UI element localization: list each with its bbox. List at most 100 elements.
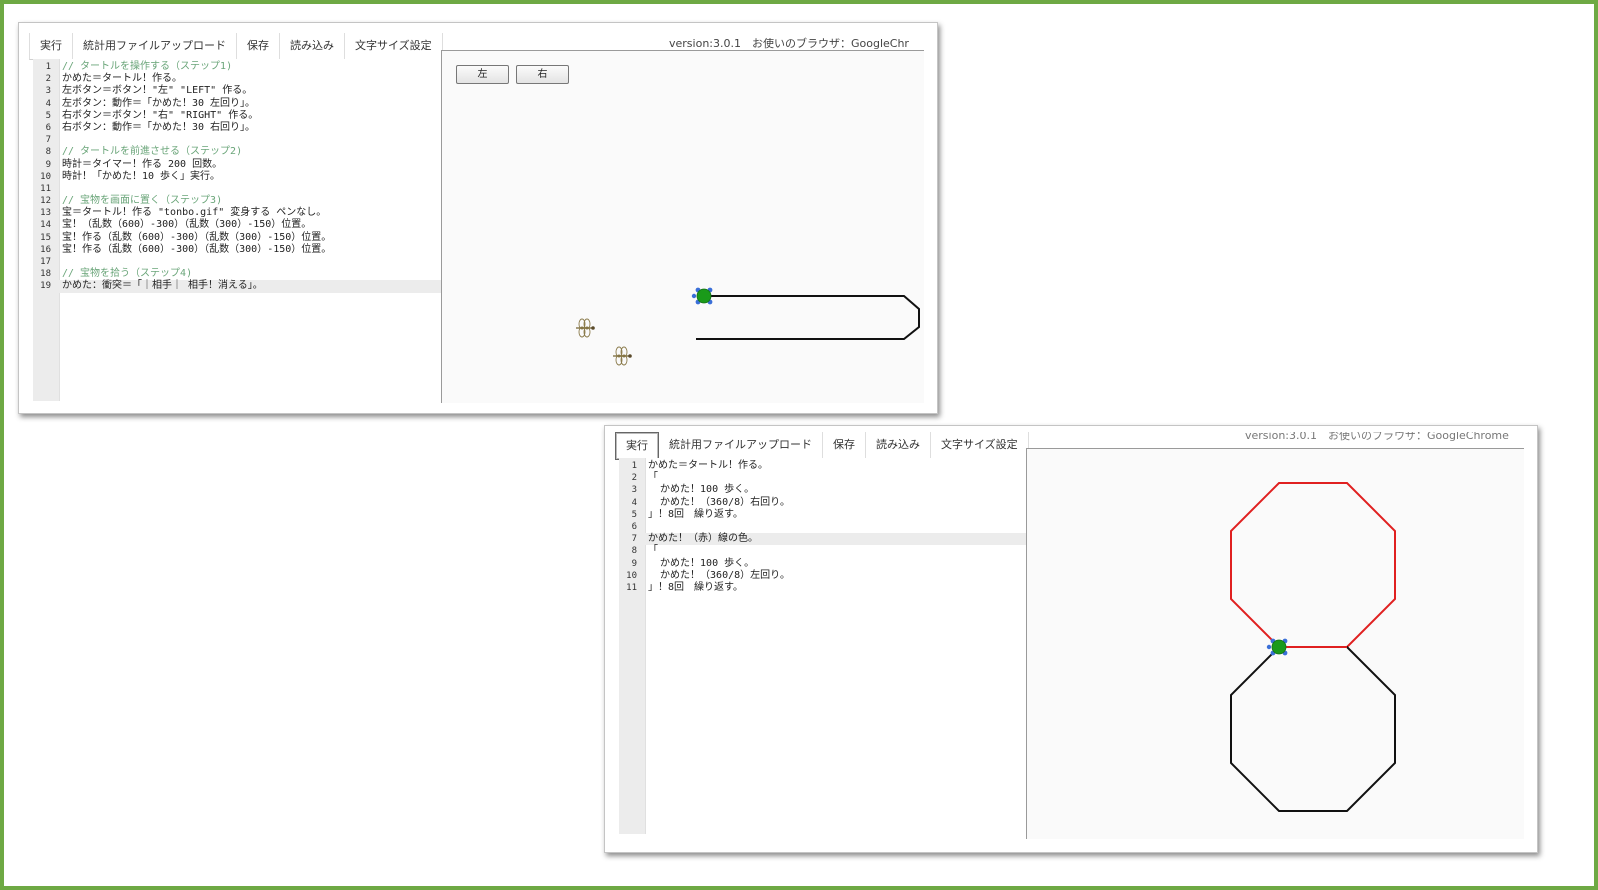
code-text: かめた：衝突＝「｜相手｜ 相手！消える」。 <box>62 280 263 292</box>
turtle-editor-window-2: 実行 統計用ファイルアップロード 保存 読み込み 文字サイズ設定 version… <box>604 425 1538 853</box>
code-line[interactable]: 6 <box>619 521 1027 533</box>
line-number: 4 <box>631 497 637 508</box>
toolbar: 実行 統計用ファイルアップロード 保存 読み込み 文字サイズ設定 <box>29 33 443 60</box>
turtle-canvas[interactable]: 左 右 <box>441 50 924 403</box>
code-editor[interactable]: 1 // タートルを操作する（ステップ1) 2 かめた＝タートル！作る。 3 左ボタン＝ボ… <box>33 59 441 401</box>
code-text: かめた＝タートル！作る。 <box>62 73 182 85</box>
version-label: version:3.0.1 お使いのブラウザ：GoogleChr <box>669 37 909 50</box>
code-text: 右ボタン：動作＝「かめた！30 右回り」。 <box>62 121 256 133</box>
code-line[interactable]: 16 宝！作る（乱数（600）-300）（乱数（300）-150）位置。 <box>33 244 441 256</box>
canvas-drawing <box>576 287 920 366</box>
code-line[interactable]: 14 宝！（乱数（600）-300）（乱数（300）-150）位置。 <box>33 219 441 231</box>
code-text: 右ボタン＝ボタン！"右" "RIGHT" 作る。 <box>62 109 259 121</box>
code-text: 宝！作る（乱数（600）-300）（乱数（300）-150）位置。 <box>62 243 332 255</box>
code-comment: // 宝物を画面に置く（ステップ3) <box>62 195 223 207</box>
line-number: 9 <box>631 558 637 569</box>
upload-stats-file-button[interactable]: 統計用ファイルアップロード <box>659 432 823 459</box>
code-line[interactable]: 4 かめた！（360/8）右回り。 <box>619 497 1027 509</box>
code-line[interactable]: 1 // タートルを操作する（ステップ1) <box>33 61 441 73</box>
code-line[interactable]: 4 左ボタン：動作＝「かめた！30 左回り」。 <box>33 98 441 110</box>
line-number: 15 <box>40 232 51 243</box>
run-button[interactable]: 実行 <box>615 432 659 460</box>
line-number: 7 <box>45 135 51 146</box>
code-line[interactable]: 10 かめた！（360/8）左回り。 <box>619 570 1027 582</box>
code-lines: 1 かめた＝タートル！作る。 2 「3 かめた！100 歩く。 4 かめた！（360/8… <box>619 460 1027 594</box>
right-turn-button[interactable]: 右 <box>516 65 569 84</box>
code-line[interactable]: 18 // 宝物を拾う（ステップ4) <box>33 268 441 280</box>
font-size-settings-button[interactable]: 文字サイズ設定 <box>345 33 443 60</box>
code-line[interactable]: 19 かめた：衝突＝「｜相手｜ 相手！消える」。 <box>33 280 441 293</box>
code-comment: // タートルを前進させる（ステップ2) <box>62 146 243 158</box>
code-line[interactable]: 11 <box>33 183 441 195</box>
code-text: かめた！100 歩く。 <box>648 484 755 496</box>
line-number: 5 <box>45 110 51 121</box>
turtle-editor-window-1: 実行 統計用ファイルアップロード 保存 読み込み 文字サイズ設定 version… <box>18 22 938 414</box>
code-text: 「 <box>648 545 658 557</box>
code-text: 宝＝タートル！作る "tonbo.gif" 変身する ペンなし。 <box>62 207 327 219</box>
code-line[interactable]: 2 「 <box>619 472 1027 484</box>
line-number: 3 <box>45 86 51 97</box>
code-line[interactable]: 7 <box>33 134 441 146</box>
code-text: 「 <box>648 472 658 484</box>
code-text: 」！8回 繰り返す。 <box>648 508 744 520</box>
code-text: かめた！100 歩く。 <box>648 557 755 569</box>
line-number: 8 <box>631 546 637 557</box>
pen-path <box>696 295 920 340</box>
code-comment: // 宝物を拾う（ステップ4) <box>62 268 193 280</box>
font-size-settings-button[interactable]: 文字サイズ設定 <box>931 432 1029 459</box>
code-text: 時計！「かめた！10 歩く」実行。 <box>62 170 221 182</box>
code-line[interactable]: 8 // タートルを前進させる（ステップ2) <box>33 146 441 158</box>
line-number: 12 <box>40 196 51 207</box>
left-turn-button[interactable]: 左 <box>456 65 509 84</box>
red-octagon <box>1230 482 1396 648</box>
code-line[interactable]: 3 左ボタン＝ボタン！"左" "LEFT" 作る。 <box>33 85 441 97</box>
code-line[interactable]: 17 <box>33 256 441 268</box>
line-number: 3 <box>631 485 637 496</box>
line-number: 10 <box>40 171 51 182</box>
code-line[interactable]: 15 宝！作る（乱数（600）-300）（乱数（300）-150）位置。 <box>33 232 441 244</box>
line-number: 19 <box>40 281 51 292</box>
version-label: version:3.0.1 お使いのブラウザ：GoogleChrome <box>1245 432 1509 442</box>
code-line[interactable]: 10 時計！「かめた！10 歩く」実行。 <box>33 171 441 183</box>
line-number: 18 <box>40 269 51 280</box>
dragonfly-icon <box>613 346 632 366</box>
line-number: 10 <box>626 570 637 581</box>
code-line[interactable]: 8 「 <box>619 545 1027 557</box>
upload-stats-file-button[interactable]: 統計用ファイルアップロード <box>73 33 237 60</box>
code-line[interactable]: 1 かめた＝タートル！作る。 <box>619 460 1027 472</box>
toolbar: 実行 統計用ファイルアップロード 保存 読み込み 文字サイズ設定 <box>615 432 1029 460</box>
load-button[interactable]: 読み込み <box>280 33 345 60</box>
code-line[interactable]: 2 かめた＝タートル！作る。 <box>33 73 441 85</box>
code-line[interactable]: 13 宝＝タートル！作る "tonbo.gif" 変身する ペンなし。 <box>33 207 441 219</box>
line-number: 2 <box>45 74 51 85</box>
code-line[interactable]: 3 かめた！100 歩く。 <box>619 484 1027 496</box>
code-line[interactable]: 7 かめた！（赤）線の色。 <box>619 533 1027 546</box>
save-button[interactable]: 保存 <box>237 33 280 60</box>
code-text: かめた！（赤）線の色。 <box>648 533 758 545</box>
code-editor[interactable]: 1 かめた＝タートル！作る。 2 「3 かめた！100 歩く。 4 かめた！（360/8… <box>619 458 1027 834</box>
code-text: 宝！（乱数（600）-300）（乱数（300）-150）位置。 <box>62 219 312 231</box>
code-line[interactable]: 6 右ボタン：動作＝「かめた！30 右回り」。 <box>33 122 441 134</box>
line-number: 8 <box>45 147 51 158</box>
line-number: 6 <box>631 521 637 532</box>
code-line[interactable]: 11 」！8回 繰り返す。 <box>619 582 1027 594</box>
black-octagon <box>1230 646 1396 812</box>
code-text: 宝！作る（乱数（600）-300）（乱数（300）-150）位置。 <box>62 231 332 243</box>
code-line[interactable]: 12 // 宝物を画面に置く（ステップ3) <box>33 195 441 207</box>
code-line[interactable]: 5 」！8回 繰り返す。 <box>619 509 1027 521</box>
canvas-drawing <box>1230 482 1396 812</box>
turtle-canvas[interactable] <box>1026 448 1524 839</box>
line-number: 7 <box>631 534 637 545</box>
load-button[interactable]: 読み込み <box>866 432 931 459</box>
code-line[interactable]: 5 右ボタン＝ボタン！"右" "RIGHT" 作る。 <box>33 110 441 122</box>
line-number: 2 <box>631 473 637 484</box>
line-number: 14 <box>40 220 51 231</box>
run-button[interactable]: 実行 <box>29 33 73 60</box>
line-number: 11 <box>626 582 637 593</box>
line-number: 17 <box>40 257 51 267</box>
code-line[interactable]: 9 かめた！100 歩く。 <box>619 558 1027 570</box>
save-button[interactable]: 保存 <box>823 432 866 459</box>
line-number: 16 <box>40 244 51 255</box>
code-line[interactable]: 9 時計＝タイマー！作る 200 回数。 <box>33 159 441 171</box>
code-text: 左ボタン：動作＝「かめた！30 左回り」。 <box>62 97 256 109</box>
